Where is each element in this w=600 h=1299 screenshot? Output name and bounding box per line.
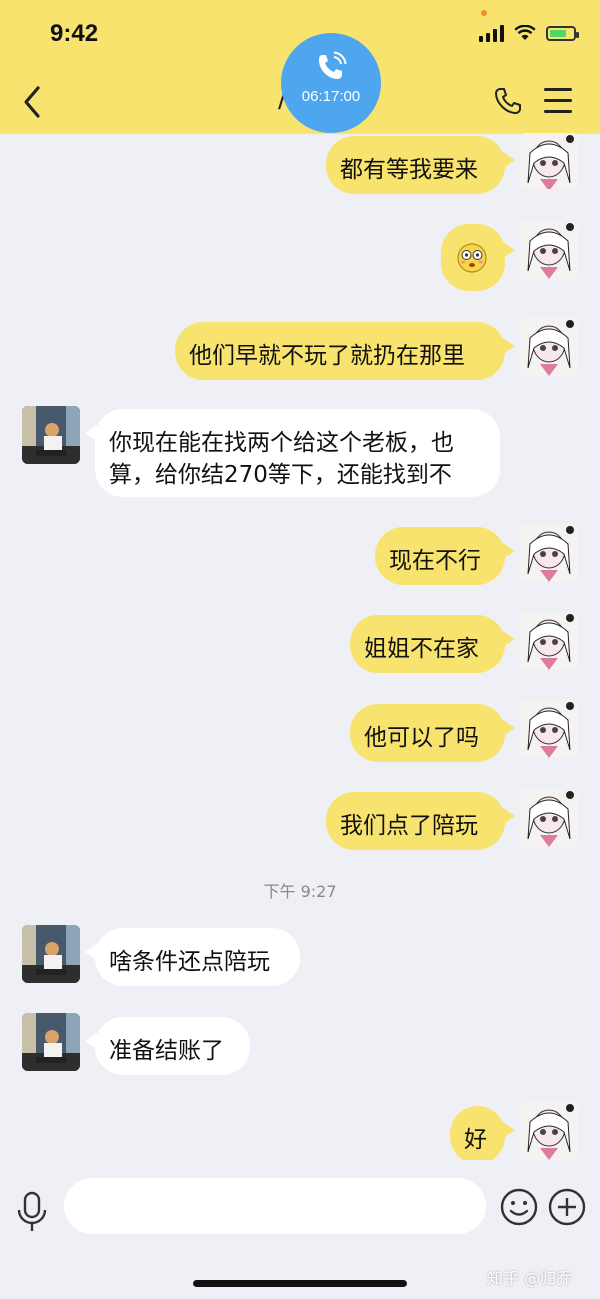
message-bubble-outgoing[interactable]: 好 — [450, 1106, 515, 1164]
phone-call-icon[interactable] — [493, 86, 523, 116]
battery-icon — [546, 25, 579, 41]
message-bubble-incoming[interactable]: 你现在能在找两个给这个老板，也 算，给你结270等下，还能找到不 — [85, 409, 500, 497]
input-bar: 知乎 @归乔 — [0, 1160, 600, 1299]
phone-icon — [319, 51, 347, 79]
message-text: 我们点了陪玩 — [340, 813, 478, 839]
status-icons — [479, 24, 579, 42]
message-bubble-outgoing[interactable]: 都有等我要来 — [326, 136, 515, 194]
status-time: 9:42 — [50, 20, 99, 47]
contact-avatar[interactable] — [22, 406, 80, 464]
my-avatar[interactable] — [520, 789, 578, 847]
message-bubble-outgoing[interactable]: 他可以了吗 — [350, 704, 515, 762]
message-bubble-outgoing[interactable]: 我们点了陪玩 — [326, 792, 515, 850]
my-avatar[interactable] — [520, 524, 578, 582]
message-text: 好 — [464, 1127, 487, 1153]
message-bubble-outgoing[interactable]: 现在不行 — [375, 527, 515, 585]
emoji-icon[interactable] — [500, 1188, 538, 1226]
contact-avatar[interactable] — [22, 1013, 80, 1071]
my-avatar[interactable] — [520, 133, 578, 189]
microphone-icon[interactable] — [14, 1190, 50, 1234]
chat-timestamp: 下午 9:27 — [263, 882, 337, 901]
chat-header: 9:42 / 06:17:00 — [0, 0, 600, 134]
message-text: 姐姐不在家 — [364, 636, 479, 662]
signal-icon — [479, 24, 504, 42]
my-avatar[interactable] — [520, 221, 578, 279]
message-input[interactable] — [64, 1178, 486, 1234]
back-icon[interactable] — [18, 82, 48, 122]
message-text: 啥条件还点陪玩 — [109, 949, 270, 975]
message-bubble-outgoing[interactable] — [441, 224, 515, 291]
plus-icon[interactable] — [548, 1188, 586, 1226]
message-bubble-incoming[interactable]: 啥条件还点陪玩 — [85, 928, 300, 986]
message-text: 都有等我要来 — [340, 157, 478, 183]
recording-dot-icon — [481, 10, 487, 16]
my-avatar[interactable] — [520, 700, 578, 758]
message-text: 准备结账了 — [109, 1038, 224, 1064]
my-avatar[interactable] — [520, 1102, 578, 1160]
ongoing-call-bubble[interactable]: 06:17:00 — [281, 33, 381, 133]
watermark: 知乎 @归乔 — [487, 1269, 573, 1288]
message-text: 他们早就不玩了就扔在那里 — [189, 343, 465, 369]
my-avatar[interactable] — [520, 318, 578, 376]
message-bubble-outgoing[interactable]: 姐姐不在家 — [350, 615, 515, 673]
message-text: 现在不行 — [389, 548, 481, 574]
message-text: 他可以了吗 — [364, 725, 479, 751]
message-text-line-1: 你现在能在找两个给这个老板，也 — [109, 430, 454, 456]
wifi-icon — [514, 25, 536, 40]
menu-icon[interactable] — [544, 88, 572, 114]
message-bubble-incoming[interactable]: 准备结账了 — [85, 1017, 250, 1075]
home-indicator — [193, 1280, 407, 1287]
call-duration: 06:17:00 — [301, 88, 361, 105]
message-text-line-2: 算，给你结270等下，还能找到不 — [109, 462, 452, 488]
contact-avatar[interactable] — [22, 925, 80, 983]
flushed-emoji-icon — [457, 243, 487, 273]
my-avatar[interactable] — [520, 612, 578, 670]
message-bubble-outgoing[interactable]: 他们早就不玩了就扔在那里 — [175, 322, 515, 380]
